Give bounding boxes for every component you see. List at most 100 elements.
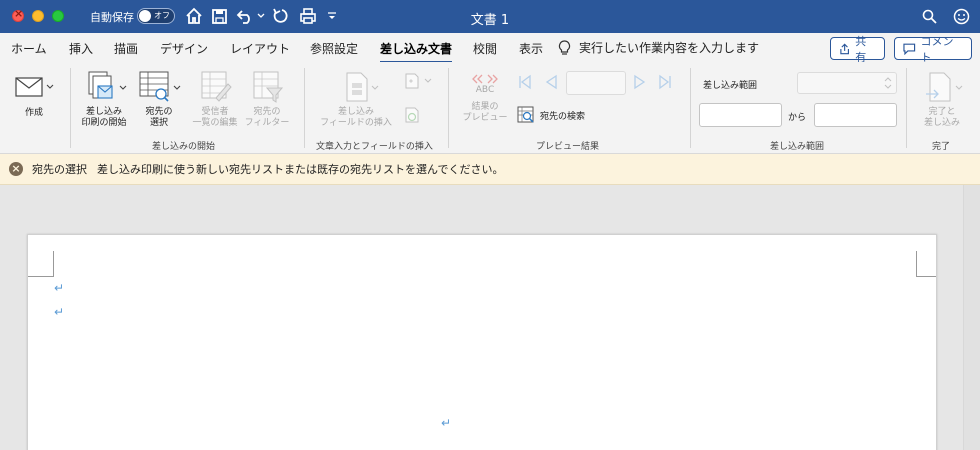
document-title: 文書 1 <box>470 13 510 28</box>
preview-results-label-line1: 結果の <box>471 102 499 112</box>
ribbon-tabs: ホーム 挿入 描画 デザイン レイアウト 参照設定 差し込み文書 校閲 表示 実… <box>0 33 980 64</box>
autosave-toggle[interactable]: オフ <box>137 8 175 24</box>
tab-review[interactable]: 校閲 <box>473 40 497 57</box>
tell-me-text: 実行したい作業内容を入力します <box>579 41 760 55</box>
comment-button[interactable]: コメント <box>894 35 972 64</box>
previous-record-icon[interactable] <box>544 74 558 94</box>
save-icon[interactable] <box>209 6 229 26</box>
search-icon[interactable] <box>920 6 938 26</box>
lightbulb-icon <box>558 39 571 55</box>
merge-range-from-input[interactable] <box>699 103 782 127</box>
window-minimize-button[interactable] <box>32 10 44 22</box>
redo-icon[interactable] <box>271 6 291 26</box>
document-area: ↵ ↵ ↵ <box>0 185 980 450</box>
first-record-icon[interactable] <box>518 74 532 94</box>
undo-dropdown-chevron-icon[interactable] <box>256 6 266 26</box>
start-mail-merge-button[interactable]: 差し込み 印刷の開始 <box>78 70 130 129</box>
update-labels-button[interactable] <box>403 106 423 128</box>
create-label: 作成 <box>24 108 43 118</box>
divider <box>448 68 449 148</box>
paragraph-mark: ↵ <box>441 416 452 430</box>
close-circle-icon[interactable]: × <box>9 162 23 176</box>
select-recipients-label-line2: 選択 <box>149 118 168 128</box>
comment-label: コメント <box>920 34 954 64</box>
ribbon-mailings: 作成 差し込み 印刷の開始 宛先の 選択 受信者 一覧の編集 宛先の フィルター… <box>0 62 980 154</box>
merge-range-to-input[interactable] <box>814 103 897 127</box>
last-record-icon[interactable] <box>658 74 672 94</box>
start-mail-merge-label-line2: 印刷の開始 <box>81 118 127 128</box>
message-bar-text: 差し込み印刷に使う新しい宛先リストまたは既存の宛先リストを選んでください。 <box>97 163 504 176</box>
paragraph-mark: ↵ <box>54 305 65 319</box>
find-recipient-icon <box>517 106 534 123</box>
autosave-toggle-knob <box>139 10 151 22</box>
share-icon <box>840 42 849 54</box>
tell-me-box[interactable]: 実行したい作業内容を入力します <box>558 39 759 56</box>
find-recipient-button[interactable]: 宛先の検索 <box>517 106 585 124</box>
create-button[interactable]: 作成 <box>10 70 58 119</box>
edit-recipient-list-label-line2: 一覧の編集 <box>192 118 238 128</box>
rules-icon <box>405 73 432 89</box>
select-recipients-label-line1: 宛先の <box>145 107 173 117</box>
tab-home[interactable]: ホーム <box>11 40 47 57</box>
group-label-merge-range: 差し込み範囲 <box>770 142 825 152</box>
divider <box>70 68 71 148</box>
message-bar-title: 宛先の選択 <box>32 163 87 176</box>
update-labels-icon <box>405 107 419 123</box>
next-record-icon[interactable] <box>633 74 647 94</box>
finish-merge-icon <box>926 72 963 102</box>
smiley-feedback-icon[interactable] <box>951 6 971 26</box>
home-icon[interactable] <box>184 6 204 26</box>
autosave-state: オフ <box>154 11 170 20</box>
tab-insert[interactable]: 挿入 <box>69 40 93 57</box>
tab-mailings[interactable]: 差し込み文書 <box>380 40 453 63</box>
filter-recipients-button[interactable]: 宛先の フィルター <box>240 70 294 129</box>
merge-range-select[interactable] <box>797 72 897 94</box>
recipient-list-icon <box>139 71 181 102</box>
document-page[interactable]: ↵ ↵ ↵ <box>27 234 937 450</box>
rules-button[interactable] <box>403 72 435 94</box>
finish-and-merge-button[interactable]: 完了と 差し込み <box>914 70 970 129</box>
record-number-input[interactable] <box>566 71 626 95</box>
edit-list-icon <box>201 71 232 102</box>
customize-toolbar-icon[interactable] <box>326 6 338 26</box>
tab-view[interactable]: 表示 <box>519 40 543 57</box>
paragraph-mark: ↵ <box>54 281 65 295</box>
insert-merge-field-button[interactable]: 差し込み フィールドの挿入 <box>314 70 398 129</box>
insert-merge-field-label-line2: フィールドの挿入 <box>320 118 392 128</box>
group-label-start-mail-merge: 差し込みの開始 <box>152 142 216 152</box>
select-recipients-button[interactable]: 宛先の 選択 <box>134 70 184 129</box>
start-mail-merge-label-line1: 差し込み <box>85 107 122 117</box>
group-label-finish: 完了 <box>932 142 951 152</box>
title-bar: 自動保存 オフ 文書 1 <box>0 0 980 33</box>
find-recipient-label: 宛先の検索 <box>540 111 586 122</box>
margin-corner-mark-right <box>916 251 936 277</box>
mail-merge-documents-icon <box>88 71 127 99</box>
share-label: 共有 <box>855 34 867 64</box>
abc-text: ABC <box>475 84 495 95</box>
tab-layout[interactable]: レイアウト <box>230 40 290 57</box>
window-close-button[interactable] <box>12 7 24 22</box>
merge-field-icon <box>346 72 379 102</box>
vertical-scrollbar[interactable] <box>963 185 980 450</box>
tab-design[interactable]: デザイン <box>160 40 208 57</box>
tab-draw[interactable]: 描画 <box>114 40 138 57</box>
print-icon[interactable] <box>297 6 319 26</box>
preview-results-button[interactable]: ABC 結果の プレビュー <box>456 72 514 124</box>
finish-and-merge-label-line2: 差し込み <box>923 118 960 128</box>
group-label-write-insert-fields: 文章入力とフィールドの挿入 <box>316 142 433 152</box>
comment-icon <box>903 43 916 55</box>
preview-results-label-line2: プレビュー <box>462 113 508 123</box>
envelope-icon <box>15 77 54 97</box>
tab-references[interactable]: 参照設定 <box>310 40 358 57</box>
stepper-arrows-icon <box>884 77 892 89</box>
edit-recipient-list-button[interactable]: 受信者 一覧の編集 <box>190 70 240 129</box>
message-bar: × 宛先の選択 差し込み印刷に使う新しい宛先リストまたは既存の宛先リストを選んで… <box>0 154 980 185</box>
undo-icon[interactable] <box>235 6 255 26</box>
divider <box>304 68 305 148</box>
insert-merge-field-label-line1: 差し込み <box>337 107 374 117</box>
share-button[interactable]: 共有 <box>830 35 885 64</box>
preview-results-icon <box>472 74 498 83</box>
window-maximize-button[interactable] <box>52 10 64 22</box>
finish-and-merge-label-line1: 完了と <box>928 107 956 117</box>
from-label: から <box>788 113 807 123</box>
